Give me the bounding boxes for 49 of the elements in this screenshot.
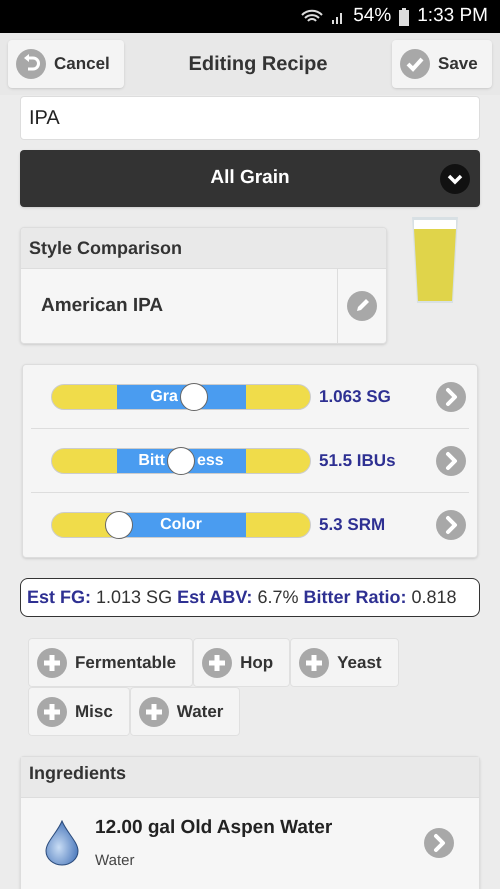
estimate-label: Bitter Ratio: [303, 586, 406, 609]
slider-thumb[interactable] [167, 446, 195, 474]
pencil-icon[interactable] [347, 291, 377, 321]
estimate-label: Est FG: [27, 586, 92, 609]
add-ingredient-button[interactable]: Fermentable [28, 638, 194, 687]
recipe-type-dropdown[interactable]: All Grain [20, 150, 480, 207]
card-title: Style Comparison [29, 236, 182, 260]
add-ingredient-button[interactable]: Misc [28, 687, 130, 736]
add-ingredient-button[interactable]: Yeast [290, 638, 399, 687]
battery-icon [399, 8, 410, 26]
estimate-value: 1.013 SG [96, 586, 172, 609]
wifi-icon [301, 8, 324, 24]
save-button[interactable]: Save [392, 40, 492, 88]
slider-reading: 5.3 SRM [319, 514, 386, 536]
slider-label: Gra [150, 386, 178, 406]
chevron-down-icon [440, 164, 470, 194]
slider-reading: 51.5 IBUs [319, 450, 397, 472]
window-title: Editing Recipe [188, 52, 328, 77]
add-ingredient-button[interactable]: Water [130, 687, 240, 736]
chevron-right-icon[interactable] [435, 380, 467, 412]
slider-label: ess [197, 450, 224, 470]
cancel-button[interactable]: Cancel [8, 40, 124, 88]
recipe-name-field[interactable]: IPA [20, 96, 480, 140]
ingredient-type: Water [95, 851, 136, 871]
card-title: Ingredients [29, 762, 126, 785]
plus-icon [202, 648, 232, 678]
battery-percent: 54% [353, 4, 392, 28]
slider-reading: 1.063 SG [319, 386, 392, 408]
chevron-right-icon[interactable] [435, 444, 467, 476]
estimate-value: 6.7% [257, 586, 298, 609]
estimate-value: 0.818 [411, 586, 457, 609]
ingredient-name: 12.00 gal Old Aspen Water [95, 816, 332, 840]
chevron-right-icon[interactable] [435, 509, 467, 541]
check-icon [400, 49, 430, 79]
style-name: American IPA [41, 294, 164, 318]
slider-label: Bitt [138, 450, 165, 470]
slider-thumb[interactable] [105, 511, 134, 539]
plus-icon [299, 648, 330, 678]
add-ingredient-button[interactable]: Hop [193, 638, 290, 687]
undo-icon [16, 49, 46, 79]
slider-label: Color [160, 515, 202, 535]
chevron-right-icon[interactable] [423, 827, 455, 859]
clock-time: 1:33 PM [417, 4, 488, 28]
estimate-label: Est ABV: [177, 586, 252, 609]
water-drop-icon [45, 820, 79, 866]
plus-icon [138, 696, 169, 726]
plus-icon [37, 648, 67, 678]
beer-glass-icon [411, 217, 459, 305]
plus-icon [37, 696, 67, 726]
